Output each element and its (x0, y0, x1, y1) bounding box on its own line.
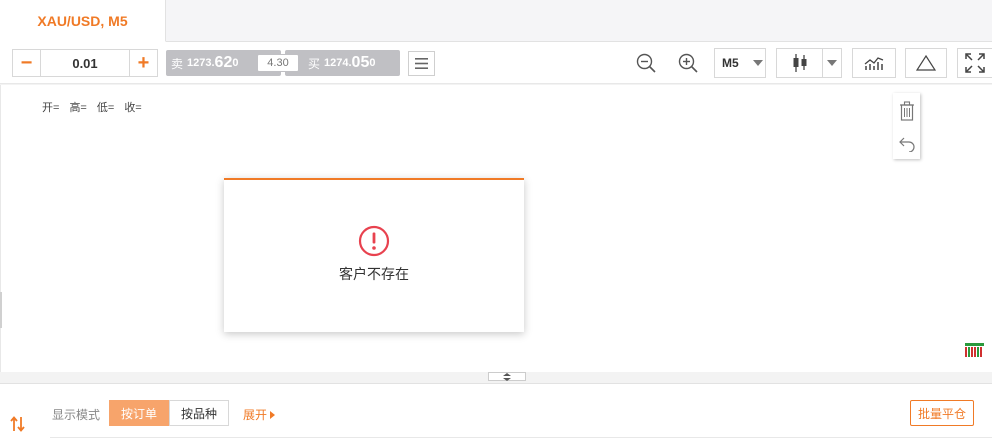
lot-input[interactable]: 0.01 (40, 50, 130, 76)
menu-icon (415, 58, 428, 69)
buy-price-pips: 05 (351, 54, 370, 71)
caret-right-icon (270, 410, 276, 419)
lot-stepper: − 0.01 + (12, 49, 158, 77)
display-mode-label: 显示模式 (52, 408, 101, 422)
timeframe-select[interactable]: M5 (714, 48, 766, 78)
alert-icon (358, 225, 390, 257)
zoom-out-icon (636, 53, 656, 73)
trading-terminal: XAU/USD, M5 − 0.01 + 卖 1273. 62 0 4.30 买 1… (0, 0, 992, 440)
error-message: 客户不存在 (339, 266, 409, 282)
zoom-in-button[interactable] (676, 51, 700, 75)
ohlc-low: 低= (96, 102, 115, 114)
mode-by-symbol-button[interactable]: 按品种 (169, 400, 229, 426)
chevron-down-icon (751, 49, 765, 77)
zoom-out-button[interactable] (634, 51, 658, 75)
ohlc-high: 高= (69, 102, 87, 114)
table-header-divider (50, 437, 992, 438)
chart-type-select[interactable] (776, 48, 842, 78)
splitter-handle[interactable] (488, 372, 526, 381)
volume-bars-icon[interactable] (965, 343, 984, 357)
candlestick-icon (777, 49, 823, 77)
expand-label: 展开 (243, 408, 268, 422)
lot-decrease-button[interactable]: − (13, 50, 40, 76)
tab-symbol[interactable]: XAU/USD, M5 (0, 0, 166, 42)
sell-price-main: 1273. (187, 57, 215, 69)
error-dialog: 客户不存在 (224, 178, 524, 332)
panel-splitter (0, 372, 992, 381)
zoom-in-icon (678, 53, 698, 73)
drawing-side-toolbar (893, 93, 920, 159)
timeframe-value: M5 (722, 56, 739, 70)
buy-button[interactable]: 买 1274. 05 0 (285, 50, 400, 76)
expand-link[interactable]: 展开 (243, 406, 276, 423)
left-resize-edge (0, 292, 2, 328)
fullscreen-icon (965, 53, 985, 73)
order-menu-button[interactable] (408, 51, 435, 76)
undo-icon[interactable] (898, 136, 916, 152)
tab-bar: XAU/USD, M5 (0, 0, 992, 42)
chevron-down-icon (823, 49, 841, 77)
batch-close-button[interactable]: 批量平仓 (910, 400, 974, 426)
triangle-icon (916, 55, 936, 71)
mode-by-order-button[interactable]: 按订单 (109, 400, 169, 426)
buy-label: 买 (308, 56, 321, 71)
indicators-button[interactable] (852, 48, 896, 78)
ohlc-readout: 开= 高= 低= 收= (42, 99, 142, 115)
lot-increase-button[interactable]: + (130, 50, 157, 76)
resize-arrows-icon (503, 372, 511, 381)
fullscreen-button[interactable] (957, 48, 992, 78)
buy-price-main: 1274. (324, 57, 352, 69)
sell-label: 卖 (171, 56, 184, 71)
sell-price-fraction: 0 (232, 57, 239, 69)
spread-badge: 4.30 (257, 54, 299, 72)
drawing-tools-button[interactable] (905, 48, 947, 78)
ohlc-close: 收= (124, 102, 142, 114)
positions-panel: 显示模式 按订单 按品种 展开 批量平仓 (0, 383, 992, 440)
trash-icon[interactable] (899, 100, 915, 121)
sell-price-pips: 62 (214, 54, 233, 71)
sort-arrows-icon[interactable] (10, 416, 26, 432)
indicators-icon (864, 57, 884, 70)
buy-price-fraction: 0 (369, 57, 376, 69)
ohlc-open: 开= (42, 102, 60, 114)
tab-symbol-label: XAU/USD, M5 (37, 12, 128, 29)
chart-toolbar: − 0.01 + 卖 1273. 62 0 4.30 买 1274. 05 0 M5 (0, 42, 992, 84)
